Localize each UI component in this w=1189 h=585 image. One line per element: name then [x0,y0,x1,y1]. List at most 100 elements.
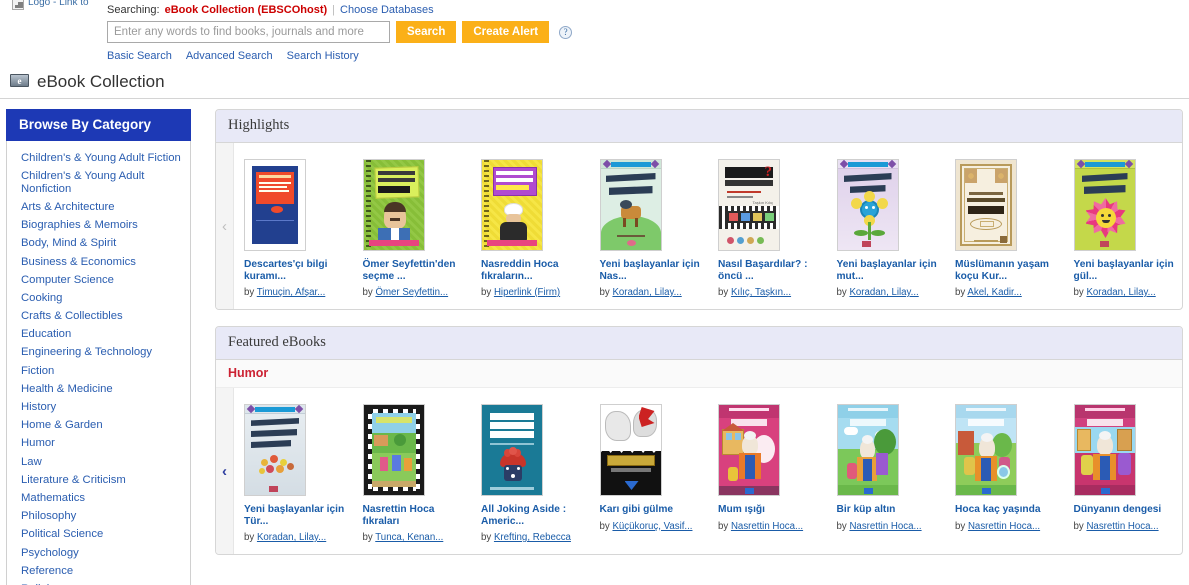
category-link[interactable]: Engineering & Technology [7,344,190,362]
book-cover-image[interactable] [1073,159,1136,251]
search-input[interactable] [107,21,390,43]
page-title: e eBook Collection [0,72,1189,98]
category-link[interactable]: Religion [7,580,190,585]
category-link[interactable]: Body, Mind & Spirit [7,235,190,253]
category-link[interactable]: Mathematics [7,489,190,507]
category-link[interactable]: Reference [7,562,190,580]
book-title-link[interactable]: All Joking Aside : Americ... [481,504,584,527]
book-author-link[interactable]: Nasrettin Hoca... [1086,521,1158,532]
book-author-link[interactable]: Ömer Seyfettin... [375,287,448,298]
search-button[interactable]: Search [396,21,457,43]
category-link[interactable]: Children's & Young Adult Nonfiction [7,167,190,198]
category-link[interactable]: Crafts & Collectibles [7,308,190,326]
book-title-link[interactable]: Karı gibi gülme [600,504,703,516]
book-title-link[interactable]: Dünyanın dengesi [1074,504,1177,516]
category-link[interactable]: Literature & Criticism [7,471,190,489]
book-cover-image[interactable] [836,404,899,496]
category-link[interactable]: Law [7,453,190,471]
category-link[interactable]: Philosophy [7,508,190,526]
book-cover-image[interactable] [718,404,780,496]
book-cover-image[interactable] [1073,404,1136,496]
book-author-link[interactable]: Koradan, Lilay... [257,532,326,543]
book-title-link[interactable]: Yeni başlayanlar için Tür... [244,504,347,527]
book-title-link[interactable]: Bir küp altın [837,504,940,516]
book-cover-image[interactable] [955,404,1017,496]
searching-label: Searching: [107,4,160,16]
category-link[interactable]: Psychology [7,544,190,562]
book-cover-image[interactable] [481,404,543,496]
category-link[interactable]: Children's & Young Adult Fiction [7,149,190,167]
book-cover-image[interactable] [955,159,1017,251]
book-item: Müslümanın yaşam koçu Kur... by Akel, Kad… [945,155,1064,299]
category-link[interactable]: Fiction [7,362,190,380]
featured-prev-arrow-icon[interactable]: ‹ [216,388,234,554]
by-label: by [244,287,257,298]
book-title-link[interactable]: Ömer Seyfettin'den seçme ... [363,259,466,282]
book-title-link[interactable]: Nasıl Başardılar? : öncü ... [718,259,821,282]
book-author-link[interactable]: Koradan, Lilay... [612,287,681,298]
book-title-link[interactable]: Nasreddin Hoca fıkraların... [481,259,584,282]
book-cover-image[interactable] [481,159,543,251]
featured-carousel: ‹ Yeni başlayanlar için Tür... by Koradan… [216,388,1182,554]
book-author-link[interactable]: Tunca, Kenan... [375,532,443,543]
book-cover-image[interactable] [599,404,662,496]
book-cover-image[interactable] [599,159,662,251]
category-link[interactable]: Cooking [7,289,190,307]
help-icon[interactable]: ? [559,25,573,39]
book-cover-image[interactable] [244,404,306,496]
book-cover-image[interactable] [836,159,899,251]
category-link[interactable]: Biographies & Memoirs [7,217,190,235]
choose-databases-link[interactable]: Choose Databases [340,4,434,16]
category-link[interactable]: Humor [7,435,190,453]
book-cover-wrapper [599,400,703,496]
book-author-link[interactable]: Koradan, Lilay... [849,287,918,298]
search-history-link[interactable]: Search History [287,50,359,62]
book-author-link[interactable]: Krefting, Rebecca [494,532,571,543]
book-author-link[interactable]: Akel, Kadir... [967,287,1021,298]
book-author-link[interactable]: Küçükoruç, Vasif... [612,521,692,532]
book-author-link[interactable]: Nasrettin Hoca... [968,521,1040,532]
book-author-link[interactable]: Hiperlink (Firm) [494,287,560,298]
by-label: by [836,287,850,298]
book-author-link[interactable]: Nasrettin Hoca... [731,521,803,532]
category-link[interactable]: Home & Garden [7,417,190,435]
category-link[interactable]: History [7,398,190,416]
search-row: Search Create Alert ? [107,21,573,43]
book-title-link[interactable]: Hoca kaç yaşında [955,504,1058,516]
book-item: Nasrettin Hoca fıkraları by Tunca, Kenan.… [353,400,472,544]
book-cover-image[interactable] [362,404,425,496]
category-link[interactable]: Computer Science [7,271,190,289]
book-item: Descartes'çı bilgi kuramı... by Timuçin, … [234,155,353,299]
book-cover-image[interactable] [244,159,306,251]
book-author-link[interactable]: Koradan, Lilay... [1086,287,1155,298]
book-title-link[interactable]: Yeni başlayanlar için Nas... [600,259,703,282]
logo[interactable]: Logo - Link to [12,0,89,10]
book-cover-image[interactable]: ? Taşkın Kılıç [718,159,780,251]
book-cover-wrapper [1073,155,1177,251]
category-link[interactable]: Arts & Architecture [7,198,190,216]
by-label: by [1073,520,1087,532]
book-title-link[interactable]: Müslümanın yaşam koçu Kur... [955,259,1058,282]
book-title-link[interactable]: Yeni başlayanlar için mut... [837,259,940,282]
create-alert-button[interactable]: Create Alert [462,21,550,43]
book-cover-wrapper [718,400,821,496]
category-link[interactable]: Business & Economics [7,253,190,271]
book-author-link[interactable]: Kılıç, Taşkın... [731,287,791,298]
book-title-link[interactable]: Mum ışığı [718,504,821,516]
book-title-link[interactable]: Yeni başlayanlar için gül... [1074,259,1177,282]
book-byline: by Krefting, Rebecca [481,532,584,544]
book-byline: by Timuçin, Afşar... [244,287,347,299]
book-author-link[interactable]: Timuçin, Afşar... [257,287,326,298]
category-link[interactable]: Political Science [7,526,190,544]
book-item: Karı gibi gülme by Küçükoruç, Vasif... [590,400,709,544]
basic-search-link[interactable]: Basic Search [107,50,172,62]
book-cover-image[interactable] [362,159,425,251]
category-link[interactable]: Education [7,326,190,344]
category-link[interactable]: Health & Medicine [7,380,190,398]
book-title-link[interactable]: Descartes'çı bilgi kuramı... [244,259,347,282]
book-title-link[interactable]: Nasrettin Hoca fıkraları [363,504,466,527]
book-author-link[interactable]: Nasrettin Hoca... [849,521,921,532]
highlights-prev-arrow-icon[interactable]: ‹ [216,143,234,309]
advanced-search-link[interactable]: Advanced Search [186,50,273,62]
current-database: eBook Collection (EBSCOhost) [164,4,328,16]
